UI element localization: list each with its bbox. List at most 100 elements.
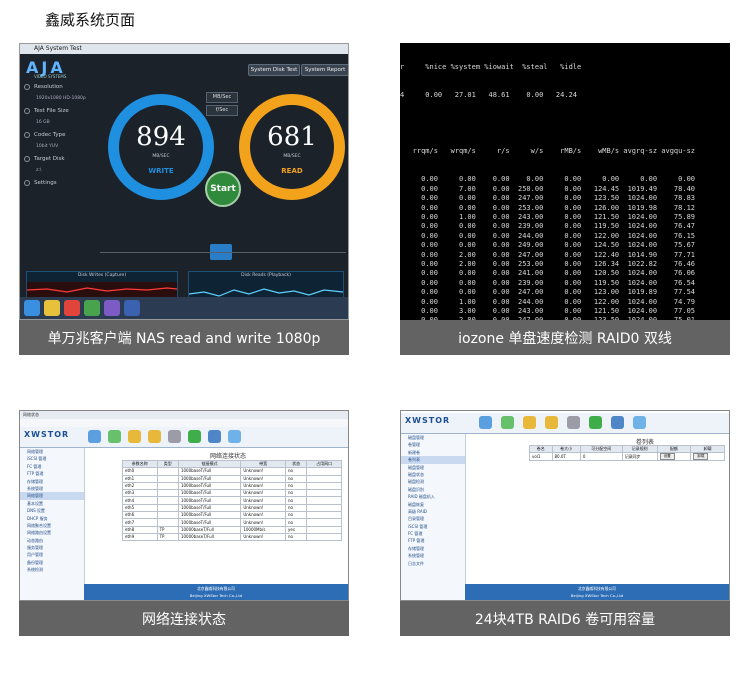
table-cell: Unknown! bbox=[240, 467, 286, 476]
quota-button[interactable]: 设置 bbox=[659, 453, 675, 461]
app-icon[interactable] bbox=[104, 300, 120, 316]
sidebar-item[interactable]: 新建卷 bbox=[401, 449, 465, 456]
table-cell bbox=[156, 474, 179, 483]
sidebar-item[interactable]: FC 管理 bbox=[20, 463, 84, 470]
setting-settings[interactable]: Settings bbox=[24, 176, 96, 190]
table-cell bbox=[306, 518, 342, 527]
sidebar-item[interactable]: FTP 管理 bbox=[20, 470, 84, 477]
unmount-button[interactable]: 卸载 bbox=[693, 453, 709, 461]
read-value: 681 bbox=[267, 122, 317, 152]
footer-company: 北京鑫威科技有限公司 bbox=[578, 586, 616, 591]
table-cell bbox=[156, 518, 179, 527]
sidebar-item[interactable]: 系统管理 bbox=[20, 485, 84, 492]
setting-resolution[interactable]: Resolution bbox=[24, 80, 96, 94]
table-row: eth7 1000baseT/Full Unknown! no bbox=[122, 518, 342, 527]
table-row: eth1 1000baseT/Full Unknown! no bbox=[122, 474, 342, 483]
sidebar-item[interactable]: 磁盘检测 bbox=[401, 478, 465, 485]
sidebar-item[interactable]: 系统检测 bbox=[20, 566, 84, 573]
sidebar-item[interactable]: 存储管理 bbox=[20, 478, 84, 485]
setting-codec[interactable]: Codec Type bbox=[24, 128, 96, 142]
sidebar-item[interactable]: 备份管理 bbox=[20, 559, 84, 566]
sidebar-item[interactable]: 服务管理 bbox=[20, 544, 84, 551]
sidebar-item[interactable]: 存储管理 bbox=[401, 545, 465, 552]
folder-icon[interactable] bbox=[128, 430, 141, 443]
sidebar-item[interactable]: RAID 磁盘机入 bbox=[401, 493, 465, 500]
refresh-icon[interactable] bbox=[108, 430, 121, 443]
column-header: 卸载 bbox=[690, 444, 725, 454]
explorer-icon[interactable] bbox=[44, 300, 60, 316]
tools-icon[interactable] bbox=[567, 416, 580, 429]
home-icon[interactable] bbox=[479, 416, 492, 429]
folder-icon[interactable] bbox=[523, 416, 536, 429]
system-disk-test-button[interactable]: System Disk Test bbox=[248, 64, 300, 76]
read-graph-line bbox=[188, 288, 344, 297]
app-icon[interactable] bbox=[64, 300, 80, 316]
sidebar-item[interactable]: 网络聚合设置 bbox=[20, 522, 84, 529]
card-network: 网络状态 XWSTOR 网络管理 iSCSI 管理 FC 管理 FTP 管理 存储管理系… bbox=[19, 410, 349, 636]
tools-icon[interactable] bbox=[168, 430, 181, 443]
sync-icon[interactable] bbox=[228, 430, 241, 443]
sidebar-item[interactable]: 磁盘管理 bbox=[401, 464, 465, 471]
sidebar-item[interactable]: 系统管理 bbox=[401, 552, 465, 559]
sidebar-item[interactable]: 动态路由 bbox=[20, 537, 84, 544]
start-menu-icon[interactable] bbox=[24, 300, 40, 316]
sidebar-item[interactable]: 基本设置 bbox=[20, 500, 84, 507]
sidebar-item[interactable]: DHCP 服务 bbox=[20, 515, 84, 522]
sidebar-item[interactable]: 高级 RAID bbox=[401, 508, 465, 515]
system-report-button[interactable]: System Report bbox=[301, 64, 348, 76]
folder-open-icon[interactable] bbox=[545, 416, 558, 429]
table-cell: TP bbox=[156, 525, 179, 534]
sidebar-item[interactable]: 卷管理 bbox=[401, 441, 465, 448]
column-header: 链接模式 bbox=[177, 459, 242, 469]
sidebar-item[interactable]: 磁盘识别 bbox=[401, 486, 465, 493]
sync-icon[interactable] bbox=[633, 416, 646, 429]
table-cell bbox=[156, 503, 179, 513]
table-cell bbox=[306, 525, 342, 534]
circle-icon bbox=[24, 156, 30, 162]
volume-table: 卷名 卷大小 可分配空间 记录规则 配额 卸载 vol1 80.0T 0 记录同步 设置 … bbox=[529, 444, 725, 462]
app-icon[interactable] bbox=[84, 300, 100, 316]
sidebar-item[interactable]: 磁盘恢复 bbox=[401, 501, 465, 508]
setting-target-disk[interactable]: Target Disk bbox=[24, 152, 96, 166]
table-row: vol1 80.0T 0 记录同步 设置 卸载 bbox=[529, 452, 725, 462]
sidebar-item[interactable]: FTP 管理 bbox=[401, 537, 465, 544]
sidebar-item[interactable]: 网络管理 bbox=[20, 448, 84, 455]
folder-open-icon[interactable] bbox=[148, 430, 161, 443]
table-cell: no bbox=[284, 511, 308, 520]
table-cell bbox=[306, 467, 342, 476]
setting-file-size[interactable]: Test File Size bbox=[24, 104, 96, 118]
table-cell: 1000baseT/Full bbox=[177, 503, 242, 513]
sidebar-item[interactable]: iSCSI 管理 bbox=[20, 455, 84, 462]
column-header: 状态 bbox=[284, 459, 308, 469]
sidebar-item[interactable]: 网络管理 bbox=[20, 492, 84, 500]
table-cell: 1000baseT/Full bbox=[177, 467, 242, 476]
monitor-icon[interactable] bbox=[208, 430, 221, 443]
aja-taskbar-icon[interactable] bbox=[124, 300, 140, 316]
table-cell: eth3 bbox=[122, 489, 158, 498]
download-icon[interactable] bbox=[589, 416, 602, 429]
xwstor-logo: XWSTOR bbox=[405, 416, 451, 425]
sidebar-item[interactable]: FC 管理 bbox=[401, 530, 465, 537]
unit-option-mbsec[interactable]: MB/Sec bbox=[206, 92, 238, 103]
card-volume: XWSTOR 磁盘管理 卷管理 新建卷 卷列表 磁盘管理 磁盘状态 磁盘检测 磁盘识别 RAID… bbox=[400, 410, 730, 636]
table-cell: eth2 bbox=[122, 481, 158, 491]
sidebar-item[interactable]: 卷列表 bbox=[401, 456, 465, 464]
table-cell: no bbox=[284, 467, 308, 476]
sidebar-item[interactable]: iSCSI 管理 bbox=[401, 523, 465, 530]
sidebar-item[interactable]: DNS 设置 bbox=[20, 507, 84, 514]
monitor-icon[interactable] bbox=[611, 416, 624, 429]
download-icon[interactable] bbox=[188, 430, 201, 443]
refresh-icon[interactable] bbox=[501, 416, 514, 429]
sidebar-item[interactable]: 磁盘管理 bbox=[401, 434, 465, 441]
table-cell: Unknown! bbox=[240, 503, 286, 513]
home-icon[interactable] bbox=[88, 430, 101, 443]
sidebar-item[interactable]: 用户管理 bbox=[20, 551, 84, 558]
sidebar-item[interactable]: 日志文件 bbox=[401, 560, 465, 567]
unit-option-fsec[interactable]: f/Sec bbox=[206, 105, 238, 116]
column-header: 带宽 bbox=[240, 459, 286, 469]
start-button[interactable]: Start bbox=[205, 171, 241, 207]
table-cell: no bbox=[284, 496, 308, 505]
sidebar-item[interactable]: 网络路由设置 bbox=[20, 529, 84, 536]
sidebar-item[interactable]: 磁盘状态 bbox=[401, 471, 465, 478]
sidebar-item[interactable]: 目录管理 bbox=[401, 515, 465, 522]
